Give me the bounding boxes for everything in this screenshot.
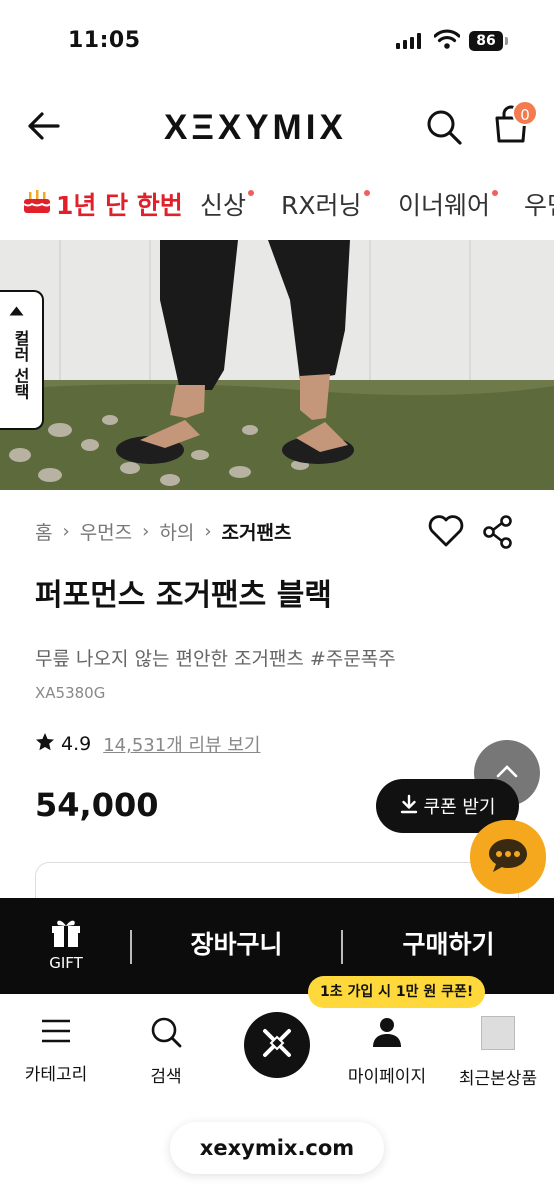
signup-coupon-tooltip: 1초 가입 시 1만 원 쿠폰! xyxy=(308,976,486,1008)
app-header: XΞXYMIX xyxy=(0,96,554,158)
tab-my-page[interactable]: 마이페이지 xyxy=(332,1016,442,1087)
nav-item-rx-running[interactable]: RX러닝 xyxy=(281,186,370,222)
reviews-link[interactable]: 14,531개 리뷰 보기 xyxy=(103,731,260,757)
nav-item-label: 이너웨어 xyxy=(398,191,491,220)
nav-item-label: 신상 xyxy=(200,191,247,220)
tab-label: 마이페이지 xyxy=(347,1067,427,1087)
gift-button[interactable]: GIFT xyxy=(36,916,96,972)
breadcrumb-women[interactable]: 우먼즈 xyxy=(80,518,132,545)
product-title: 퍼포먼스 조거팬츠 블랙 xyxy=(35,578,332,613)
new-dot xyxy=(248,190,255,196)
browser-url-bar[interactable]: xexymix.com xyxy=(170,1122,384,1174)
tab-category[interactable]: 카테고리 xyxy=(1,1016,111,1085)
product-image[interactable] xyxy=(0,240,554,490)
add-to-cart-button[interactable]: 장바구니 xyxy=(132,898,341,994)
category-nav: 1년 단 한번 신상 RX러닝 이너웨어 우먼 xyxy=(0,180,554,236)
recent-product-thumbnail xyxy=(481,1016,515,1050)
nav-item-promo[interactable]: 1년 단 한번 xyxy=(22,186,183,222)
wifi-icon xyxy=(433,28,461,54)
color-select-label: 컬러 선택 xyxy=(11,330,30,400)
back-arrow-icon[interactable] xyxy=(24,106,64,150)
nav-item-label: 우먼 xyxy=(524,191,554,220)
heart-icon[interactable] xyxy=(428,514,464,552)
search-icon xyxy=(150,1017,182,1052)
star-icon xyxy=(35,732,55,757)
nav-item-women[interactable]: 우먼 xyxy=(524,186,554,222)
menu-icon xyxy=(40,1019,72,1050)
rating-score: 4.9 xyxy=(61,733,92,755)
cake-icon xyxy=(22,187,52,221)
chat-button[interactable] xyxy=(470,820,546,894)
gift-icon xyxy=(49,920,83,952)
product-sku: XA5380G xyxy=(35,684,106,702)
status-bar: 11:05 86 xyxy=(0,0,554,80)
nav-item-label: RX러닝 xyxy=(281,191,362,220)
product-rating: 4.9 14,531개 리뷰 보기 xyxy=(35,731,260,757)
search-icon[interactable] xyxy=(425,108,463,150)
chevron-right-icon: › xyxy=(142,521,150,542)
battery-indicator: 86 xyxy=(469,31,508,51)
new-dot xyxy=(492,190,499,196)
breadcrumb-home[interactable]: 홈 xyxy=(35,518,52,545)
breadcrumb: 홈 › 우먼즈 › 하의 › 조거팬츠 xyxy=(35,518,291,545)
nav-item-innerwear[interactable]: 이너웨어 xyxy=(398,186,499,222)
chevron-right-icon: › xyxy=(204,521,212,542)
new-dot xyxy=(363,190,370,196)
breadcrumb-bottoms[interactable]: 하의 xyxy=(159,518,194,545)
brand-logo[interactable]: XΞXYMIX xyxy=(164,108,347,148)
tab-label: 최근본상품 xyxy=(458,1069,538,1089)
coupon-button-label: 쿠폰 받기 xyxy=(423,797,496,818)
home-logo-button[interactable] xyxy=(244,1012,310,1078)
product-price: 54,000 xyxy=(35,786,159,824)
bottom-tab-bar: 카테고리 검색 마이페이지 최근본상품 xyxy=(0,1000,554,1100)
download-icon xyxy=(400,794,418,819)
product-subtitle: 무릎 나오지 않는 편안한 조거팬츠 #주문폭주 xyxy=(35,648,396,670)
color-select-tab[interactable]: 컬러 선택 xyxy=(0,290,44,430)
cellular-signal-icon xyxy=(396,33,421,49)
tab-label: 카테고리 xyxy=(24,1065,88,1085)
share-icon[interactable] xyxy=(482,514,514,554)
chat-icon xyxy=(486,835,530,879)
cart-count-badge: 0 xyxy=(512,100,538,126)
tab-recent-products[interactable]: 최근본상품 xyxy=(443,1016,553,1089)
tab-label: 검색 xyxy=(150,1067,182,1087)
nav-item-new[interactable]: 신상 xyxy=(200,186,255,222)
chevron-right-icon: › xyxy=(62,521,70,542)
breadcrumb-current[interactable]: 조거팬츠 xyxy=(222,518,292,545)
tab-search[interactable]: 검색 xyxy=(111,1016,221,1087)
gift-label: GIFT xyxy=(49,954,83,972)
status-time: 11:05 xyxy=(68,28,141,53)
nav-promo-label: 1년 단 한번 xyxy=(56,191,183,220)
chevron-up-icon xyxy=(9,306,24,316)
xexymix-logo-icon xyxy=(257,1023,297,1067)
user-icon xyxy=(371,1018,403,1052)
